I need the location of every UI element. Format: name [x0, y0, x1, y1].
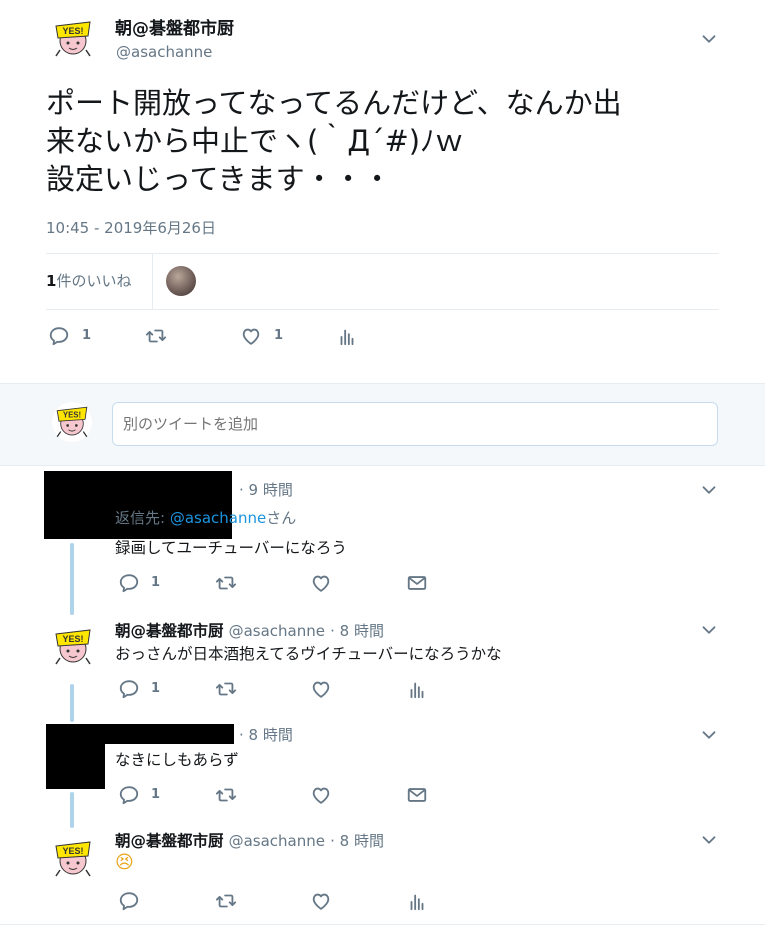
reply-to-suffix: さん — [266, 509, 297, 527]
retweet-icon[interactable] — [215, 890, 237, 912]
display-name[interactable]: 朝@碁盤都市厨 — [115, 832, 224, 850]
thread-line — [70, 684, 74, 722]
chevron-down-icon[interactable] — [698, 724, 720, 746]
divider — [46, 309, 719, 310]
reply-count: 1 — [151, 787, 161, 802]
handle[interactable]: @asachanne — [229, 832, 325, 850]
avatar[interactable] — [50, 16, 96, 62]
divider — [152, 254, 153, 310]
yes-avatar-icon — [50, 16, 96, 62]
reply-text: おっさんが日本酒抱えてるヴイチューバーになろうかな — [115, 645, 502, 663]
redacted-block — [46, 740, 105, 789]
reply-emoji: 😣 — [115, 852, 134, 873]
heart-icon[interactable] — [310, 678, 332, 700]
yes-avatar-icon — [52, 402, 92, 442]
reply-text: 録画してユーチューバーになろう — [115, 539, 347, 557]
reply-icon[interactable] — [118, 890, 140, 912]
retweet-icon[interactable] — [215, 572, 237, 594]
avatar[interactable] — [50, 836, 96, 882]
tweet-text-line: 来ないから中止でヽ(｀Д´#)ﾉｗ — [46, 124, 464, 158]
direct-message-icon[interactable] — [406, 784, 428, 806]
reply-text: なきにしもあらず — [115, 751, 239, 769]
handle[interactable]: @asachanne — [229, 622, 325, 640]
add-tweet-input[interactable] — [112, 402, 718, 446]
reply-count: 1 — [151, 681, 161, 696]
handle[interactable]: @asachanne — [116, 43, 212, 61]
reply-time[interactable]: · 9 時間 — [239, 479, 293, 500]
heart-icon[interactable] — [310, 890, 332, 912]
reply-count: 1 — [151, 575, 161, 590]
reply-time[interactable]: · 8 時間 — [330, 832, 384, 850]
display-name[interactable]: 朝@碁盤都市厨 — [115, 622, 224, 640]
chevron-down-icon[interactable] — [698, 28, 720, 50]
heart-icon[interactable] — [240, 325, 262, 347]
reply-to: 返信先: @asachanneさん — [115, 507, 296, 528]
tweet-text-line: ポート開放ってなってるんだけど、なんか出 — [46, 86, 622, 120]
reply-time[interactable]: · 8 時間 — [239, 724, 293, 745]
display-name[interactable]: 朝@碁盤都市厨 — [115, 14, 234, 39]
thread-line — [70, 543, 74, 615]
retweet-icon[interactable] — [145, 325, 167, 347]
retweet-icon[interactable] — [215, 784, 237, 806]
retweet-icon[interactable] — [215, 678, 237, 700]
reply-count: 1 — [82, 328, 92, 343]
redacted-block — [44, 471, 232, 539]
chevron-down-icon[interactable] — [698, 619, 720, 641]
analytics-icon[interactable] — [336, 325, 358, 347]
analytics-icon[interactable] — [406, 678, 428, 700]
timestamp[interactable]: 10:45 - 2019年6月26日 — [46, 217, 216, 238]
chevron-down-icon[interactable] — [698, 479, 720, 501]
likes-label: 件のいいね — [56, 272, 132, 290]
reply-icon[interactable] — [48, 325, 70, 347]
reply-to-prefix: 返信先: — [115, 509, 170, 527]
like-count: 1 — [274, 328, 284, 343]
analytics-icon[interactable] — [406, 890, 428, 912]
likes-count: 1 — [46, 272, 57, 290]
divider — [0, 924, 765, 925]
reply-time[interactable]: · 8 時間 — [330, 622, 384, 640]
divider — [46, 253, 719, 254]
reply-icon[interactable] — [118, 572, 140, 594]
heart-icon[interactable] — [310, 572, 332, 594]
reply-icon[interactable] — [118, 678, 140, 700]
yes-avatar-icon — [50, 836, 96, 882]
likes-summary[interactable]: 1件のいいね — [46, 270, 131, 291]
reply-to-handle[interactable]: @asachanne — [170, 509, 266, 527]
yes-avatar-icon — [50, 624, 96, 670]
avatar[interactable] — [50, 624, 96, 670]
tweet-text-line: 設定いじってきます・・・ — [46, 162, 392, 196]
reply-header: 朝@碁盤都市厨 @asachanne · 8 時間 — [115, 829, 384, 851]
thread-line — [70, 792, 74, 828]
chevron-down-icon[interactable] — [698, 829, 720, 851]
tweet-text: ポート開放ってなってるんだけど、なんか出 来ないから中止でヽ(｀Д´#)ﾉｗ 設… — [46, 84, 746, 198]
reply-icon[interactable] — [118, 784, 140, 806]
composer-avatar — [52, 402, 92, 442]
reply-header: 朝@碁盤都市厨 @asachanne · 8 時間 — [115, 619, 384, 641]
liker-avatar[interactable] — [166, 266, 196, 296]
direct-message-icon[interactable] — [406, 572, 428, 594]
heart-icon[interactable] — [310, 784, 332, 806]
